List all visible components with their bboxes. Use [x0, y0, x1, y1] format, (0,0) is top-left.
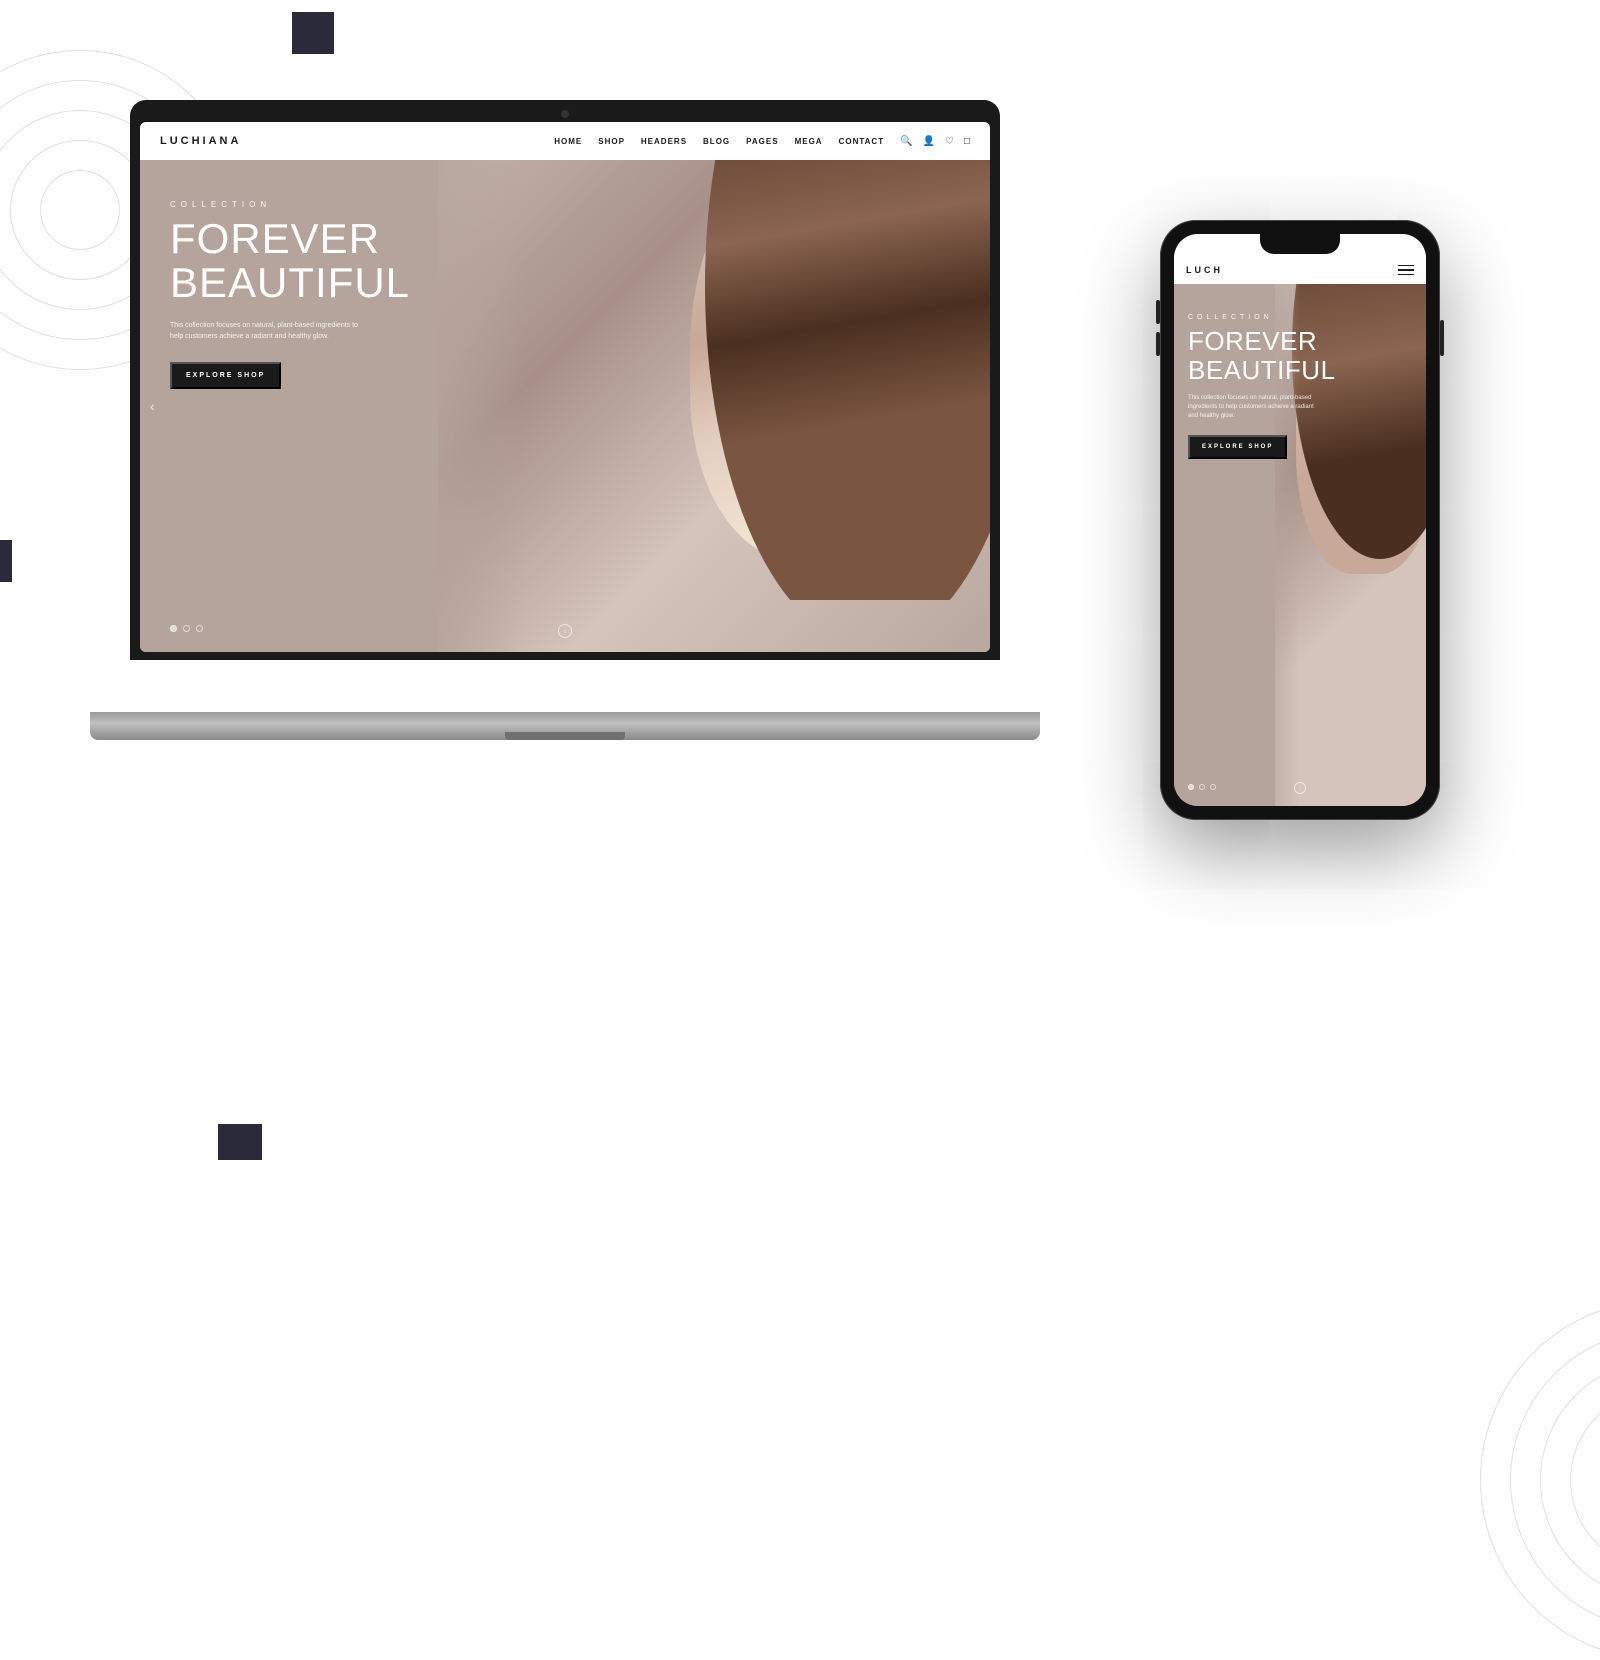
phone-hero: COLLECTION FOREVER BEAUTIFUL This collec…	[1174, 284, 1426, 806]
site-icons: 🔍 👤 ♡ □	[900, 136, 970, 147]
phone-screen: LUCH COLLECTION	[1174, 234, 1426, 806]
hamburger-menu-icon[interactable]	[1398, 265, 1414, 276]
laptop-camera	[561, 110, 569, 118]
phone-hero-content: COLLECTION FOREVER BEAUTIFUL This collec…	[1188, 314, 1336, 459]
model-hair	[690, 160, 990, 600]
site-nav: HOME SHOP HEADERS BLOG PAGES MEGA CONTAC…	[554, 137, 884, 146]
phone-body: LUCH COLLECTION	[1160, 220, 1440, 820]
main-content: LUCHIANA HOME SHOP HEADERS BLOG PAGES ME…	[0, 0, 1600, 1200]
hero-subtitle: This collection focuses on natural, plan…	[170, 321, 370, 342]
laptop-body: LUCHIANA HOME SHOP HEADERS BLOG PAGES ME…	[130, 100, 1000, 660]
laptop-mockup: LUCHIANA HOME SHOP HEADERS BLOG PAGES ME…	[130, 100, 1000, 740]
phone-hero-subtitle: This collection focuses on natural, plan…	[1188, 394, 1318, 421]
site-logo: LUCHIANA	[160, 135, 241, 147]
menu-line-3	[1398, 274, 1414, 276]
hero-title: FOREVER BEAUTIFUL	[170, 217, 410, 305]
nav-home[interactable]: HOME	[554, 137, 582, 146]
phone-notch	[1260, 234, 1340, 254]
hero-content: COLLECTION FOREVER BEAUTIFUL This collec…	[170, 200, 410, 389]
phone-dot-2[interactable]	[1199, 784, 1205, 790]
dot-1[interactable]	[170, 625, 177, 632]
hero-section: ‹ COLLECTION FOREVER BEAUTIFUL This coll…	[140, 160, 990, 652]
hero-prev-arrow[interactable]: ‹	[150, 398, 155, 414]
explore-shop-button[interactable]: EXPLORE SHOP	[170, 362, 281, 389]
phone-dot-1[interactable]	[1188, 784, 1194, 790]
nav-contact[interactable]: CONTACT	[839, 137, 885, 146]
phone-vol-down-button	[1156, 332, 1160, 356]
nav-blog[interactable]: BLOG	[703, 137, 730, 146]
phone-mockup: LUCH COLLECTION	[1160, 220, 1440, 820]
nav-headers[interactable]: HEADERS	[641, 137, 687, 146]
user-icon[interactable]: 👤	[923, 136, 935, 147]
dot-3[interactable]	[196, 625, 203, 632]
nav-mega[interactable]: MEGA	[795, 137, 823, 146]
hero-title-line2: BEAUTIFUL	[170, 261, 410, 305]
phone-dots	[1188, 784, 1216, 790]
hero-dots	[170, 625, 203, 632]
phone-dot-3[interactable]	[1210, 784, 1216, 790]
laptop-screen: LUCHIANA HOME SHOP HEADERS BLOG PAGES ME…	[140, 122, 990, 652]
wishlist-icon[interactable]: ♡	[945, 136, 954, 147]
phone-explore-button[interactable]: EXPLORE SHOP	[1188, 435, 1287, 459]
phone-power-button	[1440, 320, 1444, 356]
hero-title-line1: FOREVER	[170, 217, 410, 261]
laptop-base	[90, 712, 1040, 740]
search-icon[interactable]: 🔍	[900, 136, 912, 147]
phone-title-line1: FOREVER	[1188, 327, 1336, 356]
phone-vol-up-button	[1156, 300, 1160, 324]
cart-icon[interactable]: □	[964, 136, 970, 147]
menu-line-1	[1398, 265, 1414, 267]
nav-shop[interactable]: SHOP	[598, 137, 625, 146]
phone-title-line2: BEAUTIFUL	[1188, 356, 1336, 385]
menu-line-2	[1398, 269, 1414, 271]
dot-2[interactable]	[183, 625, 190, 632]
collection-label: COLLECTION	[170, 200, 410, 209]
site-header: LUCHIANA HOME SHOP HEADERS BLOG PAGES ME…	[140, 122, 990, 160]
phone-hero-title: FOREVER BEAUTIFUL	[1188, 327, 1336, 384]
phone-collection-label: COLLECTION	[1188, 314, 1336, 321]
phone-scroll-indicator[interactable]: ↓	[1294, 782, 1306, 794]
nav-pages[interactable]: PAGES	[746, 137, 778, 146]
phone-logo: LUCH	[1186, 265, 1223, 275]
scroll-indicator[interactable]	[558, 624, 572, 638]
